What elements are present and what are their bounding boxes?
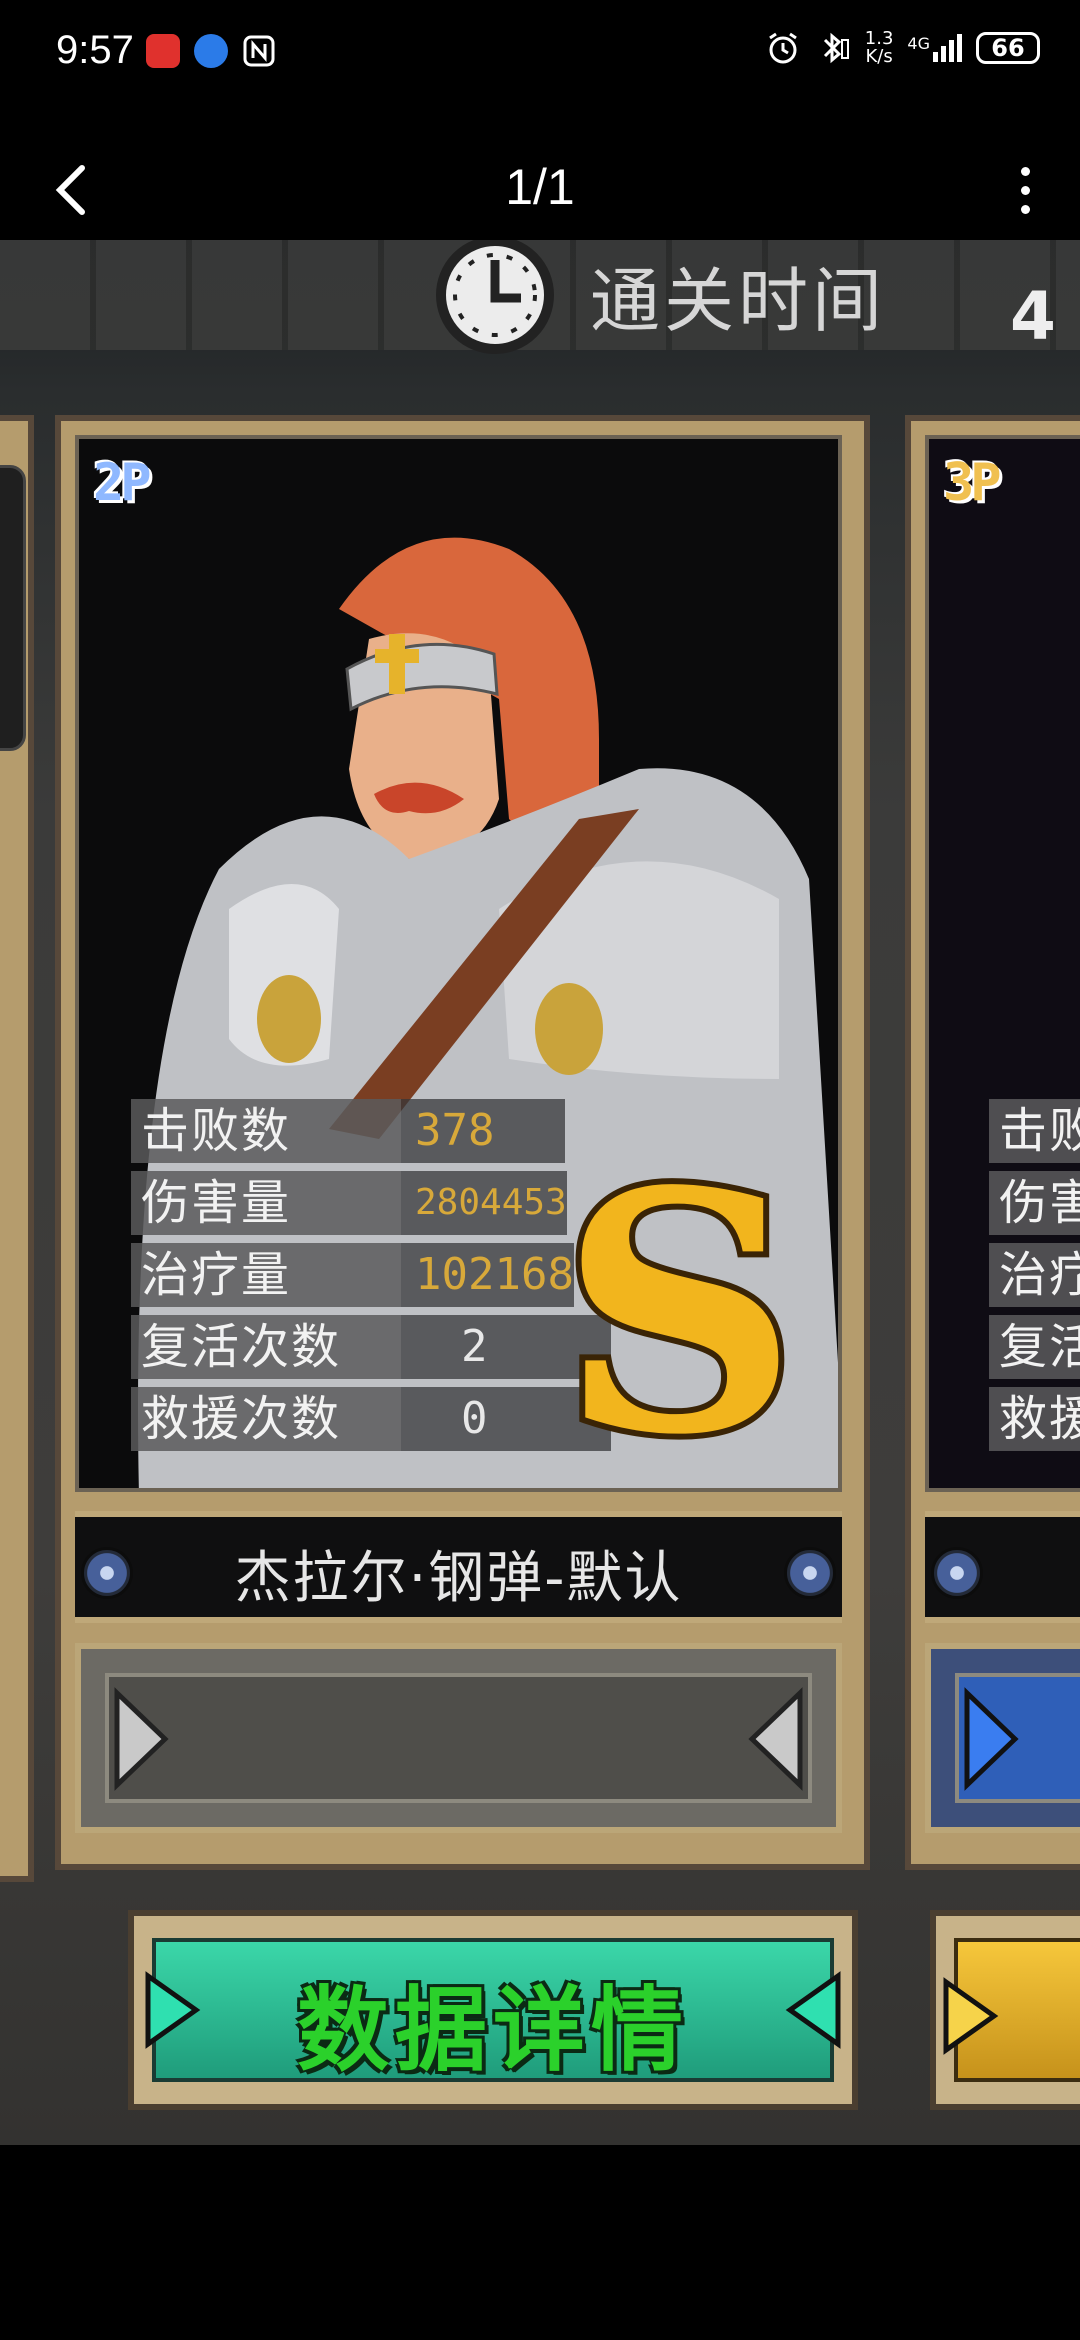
network-speed: 1.3 K/s bbox=[865, 30, 894, 66]
arrow-right-icon bbox=[943, 1977, 999, 2055]
stat-row: 救援次数 0 bbox=[131, 1387, 611, 1451]
next-character-portrait: 3P 击败 伤害 治疗 复活 救援 bbox=[925, 435, 1080, 1492]
battery-icon: 66 bbox=[976, 32, 1040, 64]
stat-label: 伤害量 bbox=[131, 1171, 401, 1235]
grade-badge: S bbox=[554, 1139, 804, 1469]
arrow-left-icon bbox=[748, 1687, 803, 1791]
stat-row: 伤害量 2804453 bbox=[131, 1171, 611, 1235]
stat-row: 复活 bbox=[989, 1315, 1080, 1379]
equipment-slot bbox=[105, 1673, 812, 1803]
page-counter: 1/1 bbox=[505, 159, 575, 215]
next-data-details-button[interactable] bbox=[930, 1910, 1080, 2110]
more-options-button[interactable] bbox=[1010, 160, 1040, 220]
stat-label: 救援次数 bbox=[131, 1387, 401, 1451]
more-dot-icon bbox=[1020, 166, 1030, 176]
app-notification-icon bbox=[146, 34, 180, 68]
stat-label: 伤害 bbox=[989, 1171, 1080, 1235]
stat-row: 击败 bbox=[989, 1099, 1080, 1163]
clear-time-value: 4 bbox=[1010, 278, 1056, 355]
arrow-right-icon bbox=[964, 1687, 1019, 1791]
stat-label: 救援 bbox=[989, 1387, 1080, 1451]
stat-label: 治疗 bbox=[989, 1243, 1080, 1307]
rivet-icon bbox=[784, 1547, 836, 1599]
stat-row: 救援 bbox=[989, 1387, 1080, 1451]
next-equipment-slot-bar bbox=[925, 1643, 1080, 1833]
alarm-icon bbox=[768, 32, 797, 64]
clear-time-header: 通关时间 bbox=[430, 240, 886, 360]
stat-row: 治疗量 102168 bbox=[131, 1243, 611, 1307]
status-indicators: 1.3 K/s 4G 66 bbox=[765, 30, 1040, 66]
nfc-icon bbox=[242, 34, 276, 68]
data-details-label: 数据详情 bbox=[296, 1977, 689, 2084]
player-result-card: 2P 击败数 378 伤害量 2804453 治疗量 102168 复活次数 2 bbox=[55, 415, 870, 1870]
clock-icon bbox=[436, 240, 554, 354]
edge-panel-handle[interactable] bbox=[0, 465, 26, 751]
next-stats-panel: 击败 伤害 治疗 复活 救援 bbox=[989, 1099, 1080, 1451]
stat-label: 治疗量 bbox=[131, 1243, 401, 1307]
stat-label: 复活次数 bbox=[131, 1315, 401, 1379]
stat-label: 复活 bbox=[989, 1315, 1080, 1379]
player-badge: 2P bbox=[93, 453, 152, 513]
player-badge: 3P bbox=[943, 453, 1002, 513]
network-speed-unit: K/s bbox=[865, 46, 893, 67]
stat-row: 复活次数 2 bbox=[131, 1315, 611, 1379]
stat-row: 击败数 378 bbox=[131, 1099, 611, 1163]
browser-notification-icon bbox=[194, 34, 228, 68]
bluetooth-vibrate-icon bbox=[823, 32, 849, 64]
signal-icon: 4G bbox=[907, 34, 962, 62]
stat-row: 治疗 bbox=[989, 1243, 1080, 1307]
stat-value: 378 bbox=[401, 1099, 565, 1163]
stat-value: 2804453 bbox=[401, 1171, 567, 1235]
arrow-right-icon bbox=[114, 1687, 169, 1791]
status-bar: 9:57 1.3 K/s 4G 66 bbox=[0, 0, 1080, 105]
stat-label: 击败数 bbox=[131, 1099, 401, 1163]
character-name-bar: 杰拉尔·钢弹-默认 bbox=[75, 1511, 842, 1623]
stat-row: 伤害 bbox=[989, 1171, 1080, 1235]
character-portrait: 2P 击败数 378 伤害量 2804453 治疗量 102168 复活次数 2 bbox=[75, 435, 842, 1492]
equipment-slot-bar bbox=[75, 1643, 842, 1833]
game-screenshot: 通关时间 4 2P 击败数 378 伤害量 2804453 治疗量 102168… bbox=[0, 240, 1080, 2145]
rivet-icon bbox=[931, 1547, 983, 1599]
status-notification-icons bbox=[146, 34, 276, 68]
image-viewer-toolbar: 1/1 bbox=[0, 130, 1080, 250]
character-name: 杰拉尔·钢弹-默认 bbox=[234, 1546, 683, 1611]
stat-value: 102168 bbox=[401, 1243, 574, 1307]
stat-label: 击败 bbox=[989, 1099, 1080, 1163]
clear-time-label: 通关时间 bbox=[590, 259, 886, 342]
status-time: 9:57 bbox=[56, 28, 134, 72]
data-details-button[interactable]: 数据详情 bbox=[128, 1910, 858, 2110]
stats-panel: 击败数 378 伤害量 2804453 治疗量 102168 复活次数 2 救援… bbox=[131, 1099, 611, 1451]
grade-letter: S bbox=[560, 1139, 798, 1469]
more-dot-icon bbox=[1020, 204, 1030, 214]
next-player-result-card: 3P 击败 伤害 治疗 复活 救援 bbox=[905, 415, 1080, 1870]
signal-type: 4G bbox=[907, 34, 930, 53]
next-name-bar bbox=[925, 1511, 1080, 1623]
more-dot-icon bbox=[1020, 185, 1030, 195]
